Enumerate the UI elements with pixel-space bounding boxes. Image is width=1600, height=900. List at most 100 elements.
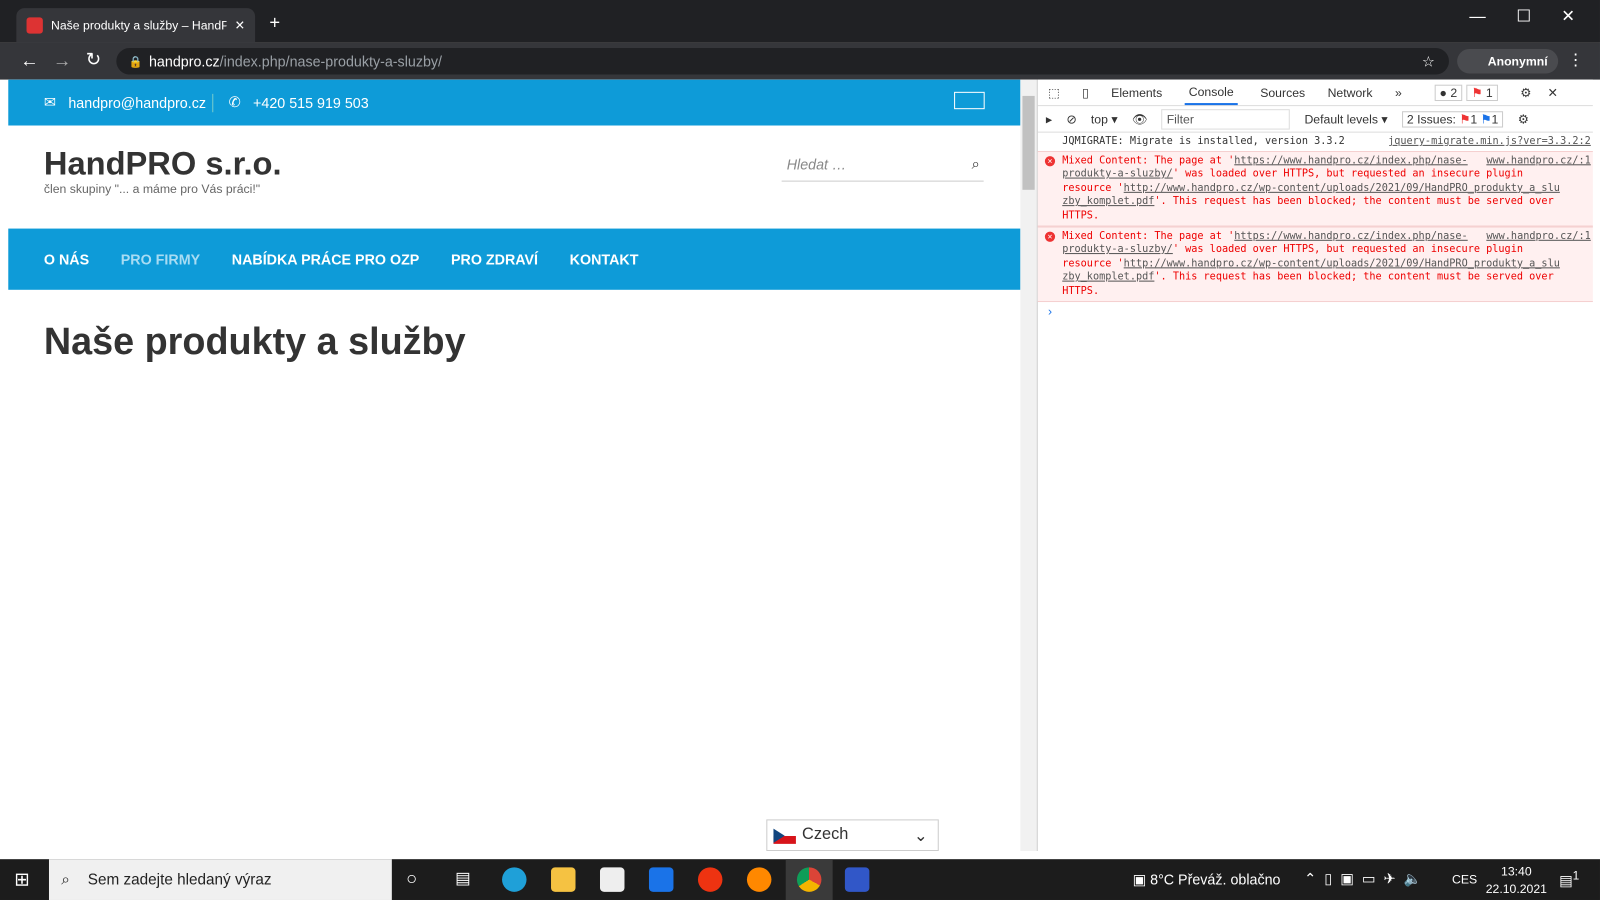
console-settings-icon[interactable]: ⚙ [1518, 112, 1529, 126]
tab-network[interactable]: Network [1328, 85, 1373, 99]
inspect-icon[interactable]: ⬚ [1048, 85, 1060, 99]
czech-flag-icon [773, 828, 796, 844]
more-tabs-icon[interactable]: » [1395, 85, 1402, 99]
message-text: Mixed Content: The page at ' [1062, 154, 1235, 166]
sidebar-toggle-icon[interactable]: ▸ [1046, 112, 1052, 126]
nav-pro-firmy[interactable]: PRO FIRMY [121, 251, 200, 267]
explorer-icon[interactable] [551, 867, 576, 892]
error-count: 2 [1450, 85, 1458, 100]
search-input[interactable]: Hledat … ⌕ [781, 151, 984, 182]
clear-console-icon[interactable]: ⊘ [1066, 112, 1076, 126]
close-window-button[interactable]: ✕ [1561, 6, 1575, 26]
notification-button[interactable]: ▤1 [1559, 869, 1579, 889]
console-prompt[interactable]: › [1038, 302, 1593, 320]
language-flag-button[interactable] [954, 91, 985, 110]
new-tab-button[interactable]: + [269, 12, 280, 33]
error-icon: ✕ [1044, 155, 1056, 166]
tray-icons[interactable]: ⌃▯▣▭✈🔈 [1304, 870, 1430, 887]
divider [212, 93, 214, 113]
taskbar-search[interactable]: ⌕ Sem zadejte hledaný výraz [48, 859, 392, 900]
nav-kontakt[interactable]: KONTAKT [570, 251, 639, 267]
notification-count: 1 [1572, 869, 1580, 883]
start-button[interactable]: ⊞ [14, 869, 29, 890]
menu-icon[interactable]: ⋮ [1567, 50, 1583, 70]
chrome-active[interactable] [785, 859, 833, 900]
search-icon: ⌕ [61, 870, 70, 889]
opera-icon[interactable] [697, 867, 723, 892]
mail-icon[interactable] [648, 867, 674, 892]
tab-elements[interactable]: Elements [1111, 85, 1162, 99]
language-select[interactable]: Czech ⌄ [766, 819, 939, 852]
star-icon[interactable]: ☆ [1422, 53, 1435, 70]
save-app-icon[interactable] [844, 867, 870, 892]
url-host: handpro.cz [148, 53, 220, 70]
search-icon[interactable]: ⌕ [972, 155, 980, 172]
phone-icon: ✆ [228, 93, 241, 111]
reload-icon[interactable]: ↻ [86, 49, 101, 70]
minimize-button[interactable]: — [1469, 8, 1485, 26]
filter-input[interactable]: Filter [1161, 108, 1291, 130]
chevron-down-icon: ⌄ [913, 827, 928, 845]
message-text: Mixed Content: The page at ' [1062, 230, 1235, 242]
devtools-panel: ⬚ ▯ Elements Console Sources Network » ● … [1036, 79, 1593, 852]
issues-button[interactable]: 2 Issues: ⚑1 ⚑1 [1401, 110, 1504, 128]
device-icon[interactable]: ▯ [1082, 85, 1089, 99]
page-scrollbar[interactable] [1020, 79, 1037, 852]
issue-counter[interactable]: ⚑ 1 [1466, 84, 1498, 101]
cortana-icon[interactable]: ○ [406, 868, 417, 889]
maximize-button[interactable]: ☐ [1516, 6, 1531, 26]
back-icon[interactable]: ← [20, 50, 38, 71]
clock-time[interactable]: 13:40 [1501, 864, 1532, 878]
error-icon: ✕ [1044, 231, 1056, 242]
web-page: ✉ handpro@handpro.cz ✆ +420 515 919 503 … [8, 79, 1021, 852]
url-path: /index.php/nase-produkty-a-sluzby/ [219, 53, 443, 70]
console-message: jquery-migrate.min.js?ver=3.3.2:2 JQMIGR… [1038, 133, 1593, 151]
profile-button[interactable]: Anonymní [1457, 48, 1558, 74]
firefox-icon[interactable] [746, 867, 772, 892]
levels-value: Default levels [1304, 111, 1378, 127]
site-title[interactable]: HandPRO s.r.o. [44, 145, 282, 183]
context-select[interactable]: top ▾ [1091, 112, 1118, 126]
browser-tab[interactable]: Naše produkty a služby – HandPR ✕ [16, 8, 256, 43]
chrome-icon [796, 867, 822, 892]
page-heading: Naše produkty a služby [43, 320, 466, 363]
forward-icon[interactable]: → [53, 50, 71, 71]
nav-pro-zdravi[interactable]: PRO ZDRAVÍ [451, 251, 538, 267]
clock-date[interactable]: 22.10.2021 [1486, 882, 1547, 896]
error-counter[interactable]: ● 2 [1434, 84, 1463, 101]
message-source-link[interactable]: www.handpro.cz/:1 [1486, 229, 1590, 243]
message-text: JQMIGRATE: Migrate is installed, version… [1062, 135, 1345, 147]
taskbar-search-placeholder: Sem zadejte hledaný výraz [87, 870, 272, 889]
email-link[interactable]: handpro@handpro.cz [68, 95, 206, 111]
store-icon[interactable] [599, 867, 625, 892]
message-source-link[interactable]: www.handpro.cz/:1 [1486, 154, 1590, 168]
taskbar: ⊞ ⌕ Sem zadejte hledaný výraz ○ ▤ ▣ 8°C … [0, 859, 1600, 900]
address-bar[interactable]: 🔒 handpro.cz/index.php/nase-produkty-a-s… [116, 47, 1449, 75]
eye-icon[interactable]: 👁 [1132, 112, 1148, 126]
context-value: top [1090, 111, 1108, 127]
edge-icon[interactable] [502, 867, 527, 892]
task-view-icon[interactable]: ▤ [455, 868, 470, 888]
close-devtools-icon[interactable]: ✕ [1548, 85, 1558, 99]
close-tab-icon[interactable]: ✕ [235, 18, 245, 32]
weather-widget[interactable]: ▣ 8°C Převáž. oblačno [1133, 871, 1281, 888]
nav-nabidka-prace[interactable]: NABÍDKA PRÁCE PRO OZP [232, 251, 420, 267]
message-source-link[interactable]: jquery-migrate.min.js?ver=3.3.2:2 [1388, 135, 1591, 149]
settings-icon[interactable]: ⚙ [1520, 85, 1531, 99]
tab-console[interactable]: Console [1184, 80, 1238, 106]
nav-o-nas[interactable]: O NÁS [44, 251, 89, 267]
console-error: ✕ www.handpro.cz/:1 Mixed Content: The p… [1037, 150, 1593, 227]
lock-icon: 🔒 [128, 55, 143, 68]
language-label: Czech [802, 825, 849, 843]
search-placeholder: Hledat … [786, 156, 847, 173]
favicon-icon [26, 17, 43, 34]
input-language[interactable]: CES [1452, 872, 1477, 886]
weather-text: 8°C Převáž. oblačno [1150, 871, 1281, 888]
tab-sources[interactable]: Sources [1260, 85, 1305, 99]
issues-label: 2 Issues: [1406, 111, 1456, 127]
tab-title: Naše produkty a služby – HandPR [51, 18, 227, 33]
console-error: ✕ www.handpro.cz/:1 Mixed Content: The p… [1037, 226, 1593, 302]
levels-select[interactable]: Default levels ▾ [1304, 112, 1387, 126]
phone-link[interactable]: +420 515 919 503 [253, 95, 369, 111]
site-tagline: člen skupiny "... a máme pro Vás práci!" [43, 181, 261, 196]
